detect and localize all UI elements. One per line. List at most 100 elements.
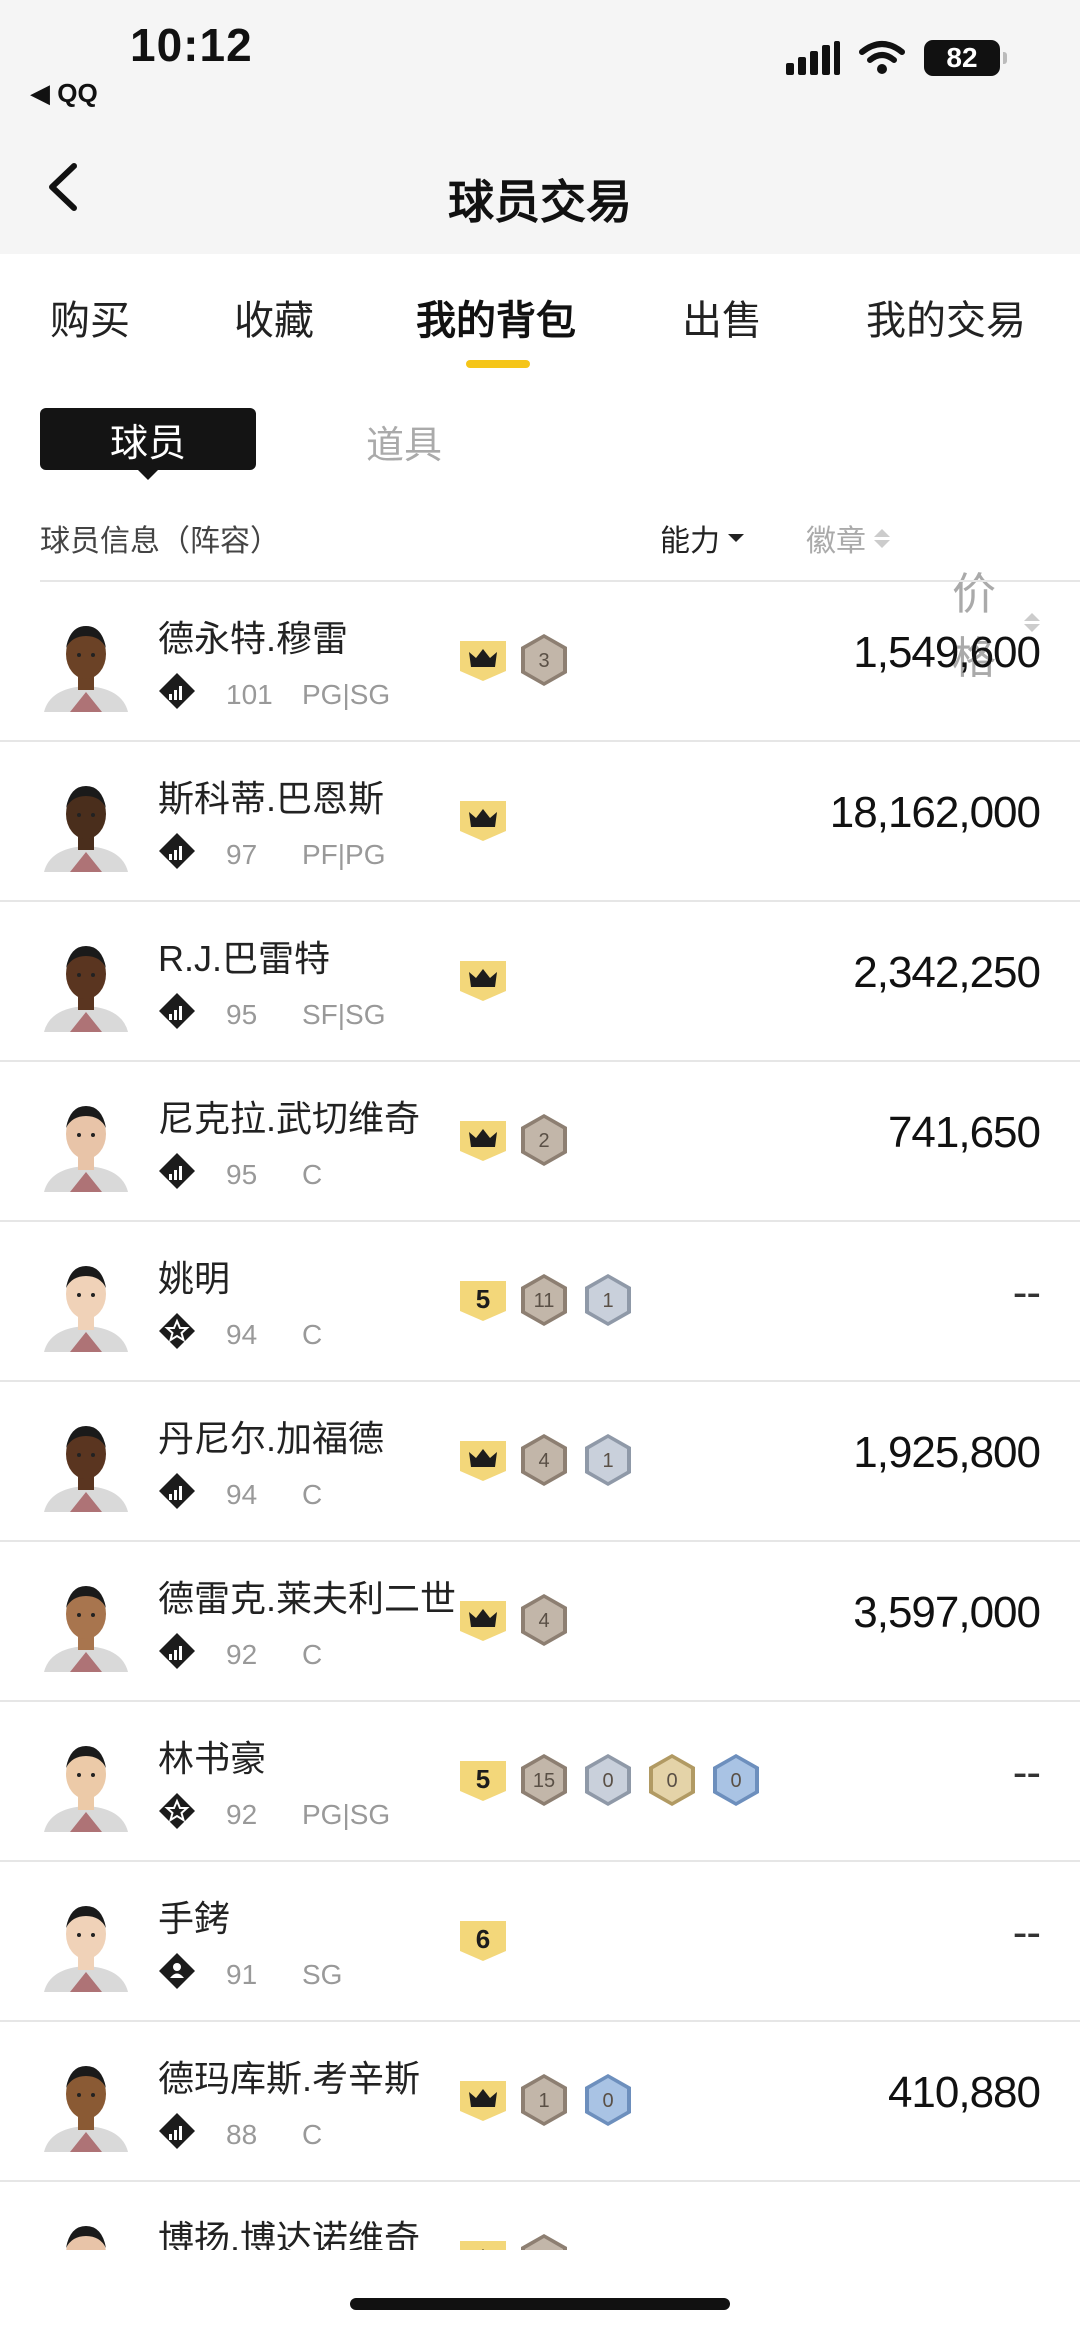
badge-hex-icon: 0 [585, 2074, 631, 2126]
player-price: 1,925,800 [853, 1428, 1041, 1477]
player-price: 3,597,000 [853, 1588, 1041, 1637]
player-avatar [44, 626, 128, 712]
cellular-signal-icon [786, 41, 840, 75]
tab-buy[interactable]: 购买 [50, 288, 130, 346]
back-to-app-link[interactable]: ◀ QQ [30, 78, 98, 109]
player-badges [458, 952, 508, 1008]
player-name: 尼克拉.武切维奇 [158, 1098, 421, 1139]
signal-diamond-icon [158, 1632, 226, 1677]
player-row[interactable]: 德玛库斯.考辛斯 88 C 1 0 410,880 [0, 2022, 1080, 2182]
svg-text:1: 1 [538, 2090, 549, 2112]
segment-players[interactable]: 球员 [40, 408, 256, 470]
player-avatar [44, 2066, 128, 2152]
tab-favorites[interactable]: 收藏 [234, 288, 314, 346]
player-name: 斯科蒂.巴恩斯 [158, 778, 385, 819]
signal-diamond-icon [158, 832, 226, 877]
player-badges: 4 [458, 1592, 572, 1648]
player-row[interactable]: 林书豪 92 PG|SG 5 15 0 0 0 -- [0, 1702, 1080, 1862]
crown-tag-icon [460, 2081, 506, 2121]
player-row[interactable]: 姚明 94 C 5 11 1 -- [0, 1222, 1080, 1382]
svg-text:0: 0 [666, 1770, 677, 1792]
column-ability-label: 能力 [660, 525, 720, 558]
svg-text:5: 5 [476, 1764, 490, 1794]
badge-hex-icon: 4 [521, 1434, 567, 1486]
svg-text:1: 1 [602, 1290, 613, 1312]
player-position: C [302, 1638, 323, 1670]
signal-diamond-icon [158, 1152, 226, 1197]
svg-text:0: 0 [730, 1770, 741, 1792]
tab-my-trades[interactable]: 我的交易 [866, 288, 1026, 346]
star-diamond-icon [158, 1312, 226, 1357]
level-tag: 5 [460, 1281, 506, 1321]
badge-hex-icon: 2 [521, 1114, 567, 1166]
player-avatar [44, 946, 128, 1032]
player-name: R.J.巴雷特 [158, 938, 331, 979]
level-tag: 5 [460, 1761, 506, 1801]
badge-hex-icon: 1 [521, 2074, 567, 2126]
player-price: 741,650 [887, 1108, 1041, 1157]
player-meta: 94 C [158, 1312, 322, 1357]
player-price: 2,342,250 [853, 948, 1041, 997]
svg-text:4: 4 [538, 1450, 549, 1472]
player-position: C [302, 2118, 323, 2150]
svg-text:0: 0 [602, 2090, 613, 2112]
player-row[interactable]: 手銬 91 SG 6 -- [0, 1862, 1080, 2022]
player-badges: 10 [458, 2072, 636, 2128]
signal-diamond-icon [158, 992, 226, 1037]
signal-diamond-icon [158, 2112, 226, 2157]
status-icons: 82 [786, 40, 1007, 76]
player-rating: 101 [226, 678, 273, 710]
sort-by-badge[interactable]: 徽章 [806, 516, 890, 560]
bottom-area [0, 2250, 1080, 2336]
player-row[interactable]: R.J.巴雷特 95 SF|SG 2,342,250 [0, 902, 1080, 1062]
player-row[interactable]: 德永特.穆雷 101 PG|SG 3 1,549,600 [0, 582, 1080, 742]
segment-items[interactable]: 道具 [366, 414, 442, 469]
crown-tag-icon [460, 641, 506, 681]
sort-by-ability[interactable]: 能力 [660, 516, 744, 560]
svg-text:6: 6 [476, 1924, 490, 1954]
tab-my-backpack[interactable]: 我的背包 [416, 288, 576, 346]
player-price: 410,880 [887, 2068, 1041, 2117]
badge-hex-icon: 1 [585, 1434, 631, 1486]
badge-hex-icon: 4 [521, 1594, 567, 1646]
signal-diamond-icon [158, 672, 226, 717]
player-price: -- [1012, 1268, 1041, 1317]
badge-hex-icon: 0 [649, 1754, 695, 1806]
player-rating: 94 [226, 1478, 258, 1510]
home-indicator[interactable] [350, 2298, 730, 2310]
player-row[interactable]: 尼克拉.武切维奇 95 C 2 741,650 [0, 1062, 1080, 1222]
player-rating: 88 [226, 2118, 258, 2150]
status-time: 10:12 [130, 19, 253, 71]
player-row[interactable]: 德雷克.莱夫利二世 92 C 4 3,597,000 [0, 1542, 1080, 1702]
badge-hex-icon: 0 [713, 1754, 759, 1806]
badge-hex-icon: 0 [585, 1754, 631, 1806]
star-diamond-icon [158, 1792, 226, 1837]
player-name: 丹尼尔.加福德 [158, 1418, 385, 1459]
player-meta: 95 SF|SG [158, 992, 386, 1037]
svg-text:1: 1 [602, 1450, 613, 1472]
player-row[interactable]: 斯科蒂.巴恩斯 97 PF|PG 18,162,000 [0, 742, 1080, 902]
player-price: -- [1012, 1908, 1041, 1957]
player-row[interactable]: 丹尼尔.加福德 94 C 4 1 1,925,800 [0, 1382, 1080, 1542]
player-name: 姚明 [158, 1258, 231, 1299]
player-position: PG|SG [302, 1798, 391, 1830]
badge-hex-icon: 1 [585, 1274, 631, 1326]
player-name: 德雷克.莱夫利二世 [158, 1578, 457, 1619]
tab-sell[interactable]: 出售 [682, 288, 762, 346]
player-rating: 95 [226, 998, 258, 1030]
player-avatar [44, 1266, 128, 1352]
person-diamond-icon [158, 1952, 226, 1997]
column-badge-label: 徽章 [806, 525, 866, 558]
player-meta: 92 C [158, 1632, 322, 1677]
svg-text:15: 15 [533, 1770, 555, 1792]
sort-toggle-icon [874, 528, 890, 548]
crown-tag-icon [460, 1121, 506, 1161]
tab-bar: 购买 收藏 我的背包 出售 我的交易 [0, 288, 1080, 348]
svg-text:0: 0 [602, 1770, 613, 1792]
player-name: 手銬 [158, 1898, 231, 1939]
crown-tag-icon [460, 1601, 506, 1641]
wifi-icon [859, 41, 905, 74]
player-position: PG|SG [302, 678, 391, 710]
player-badges: 3 [458, 632, 572, 688]
player-name: 德永特.穆雷 [158, 618, 349, 659]
